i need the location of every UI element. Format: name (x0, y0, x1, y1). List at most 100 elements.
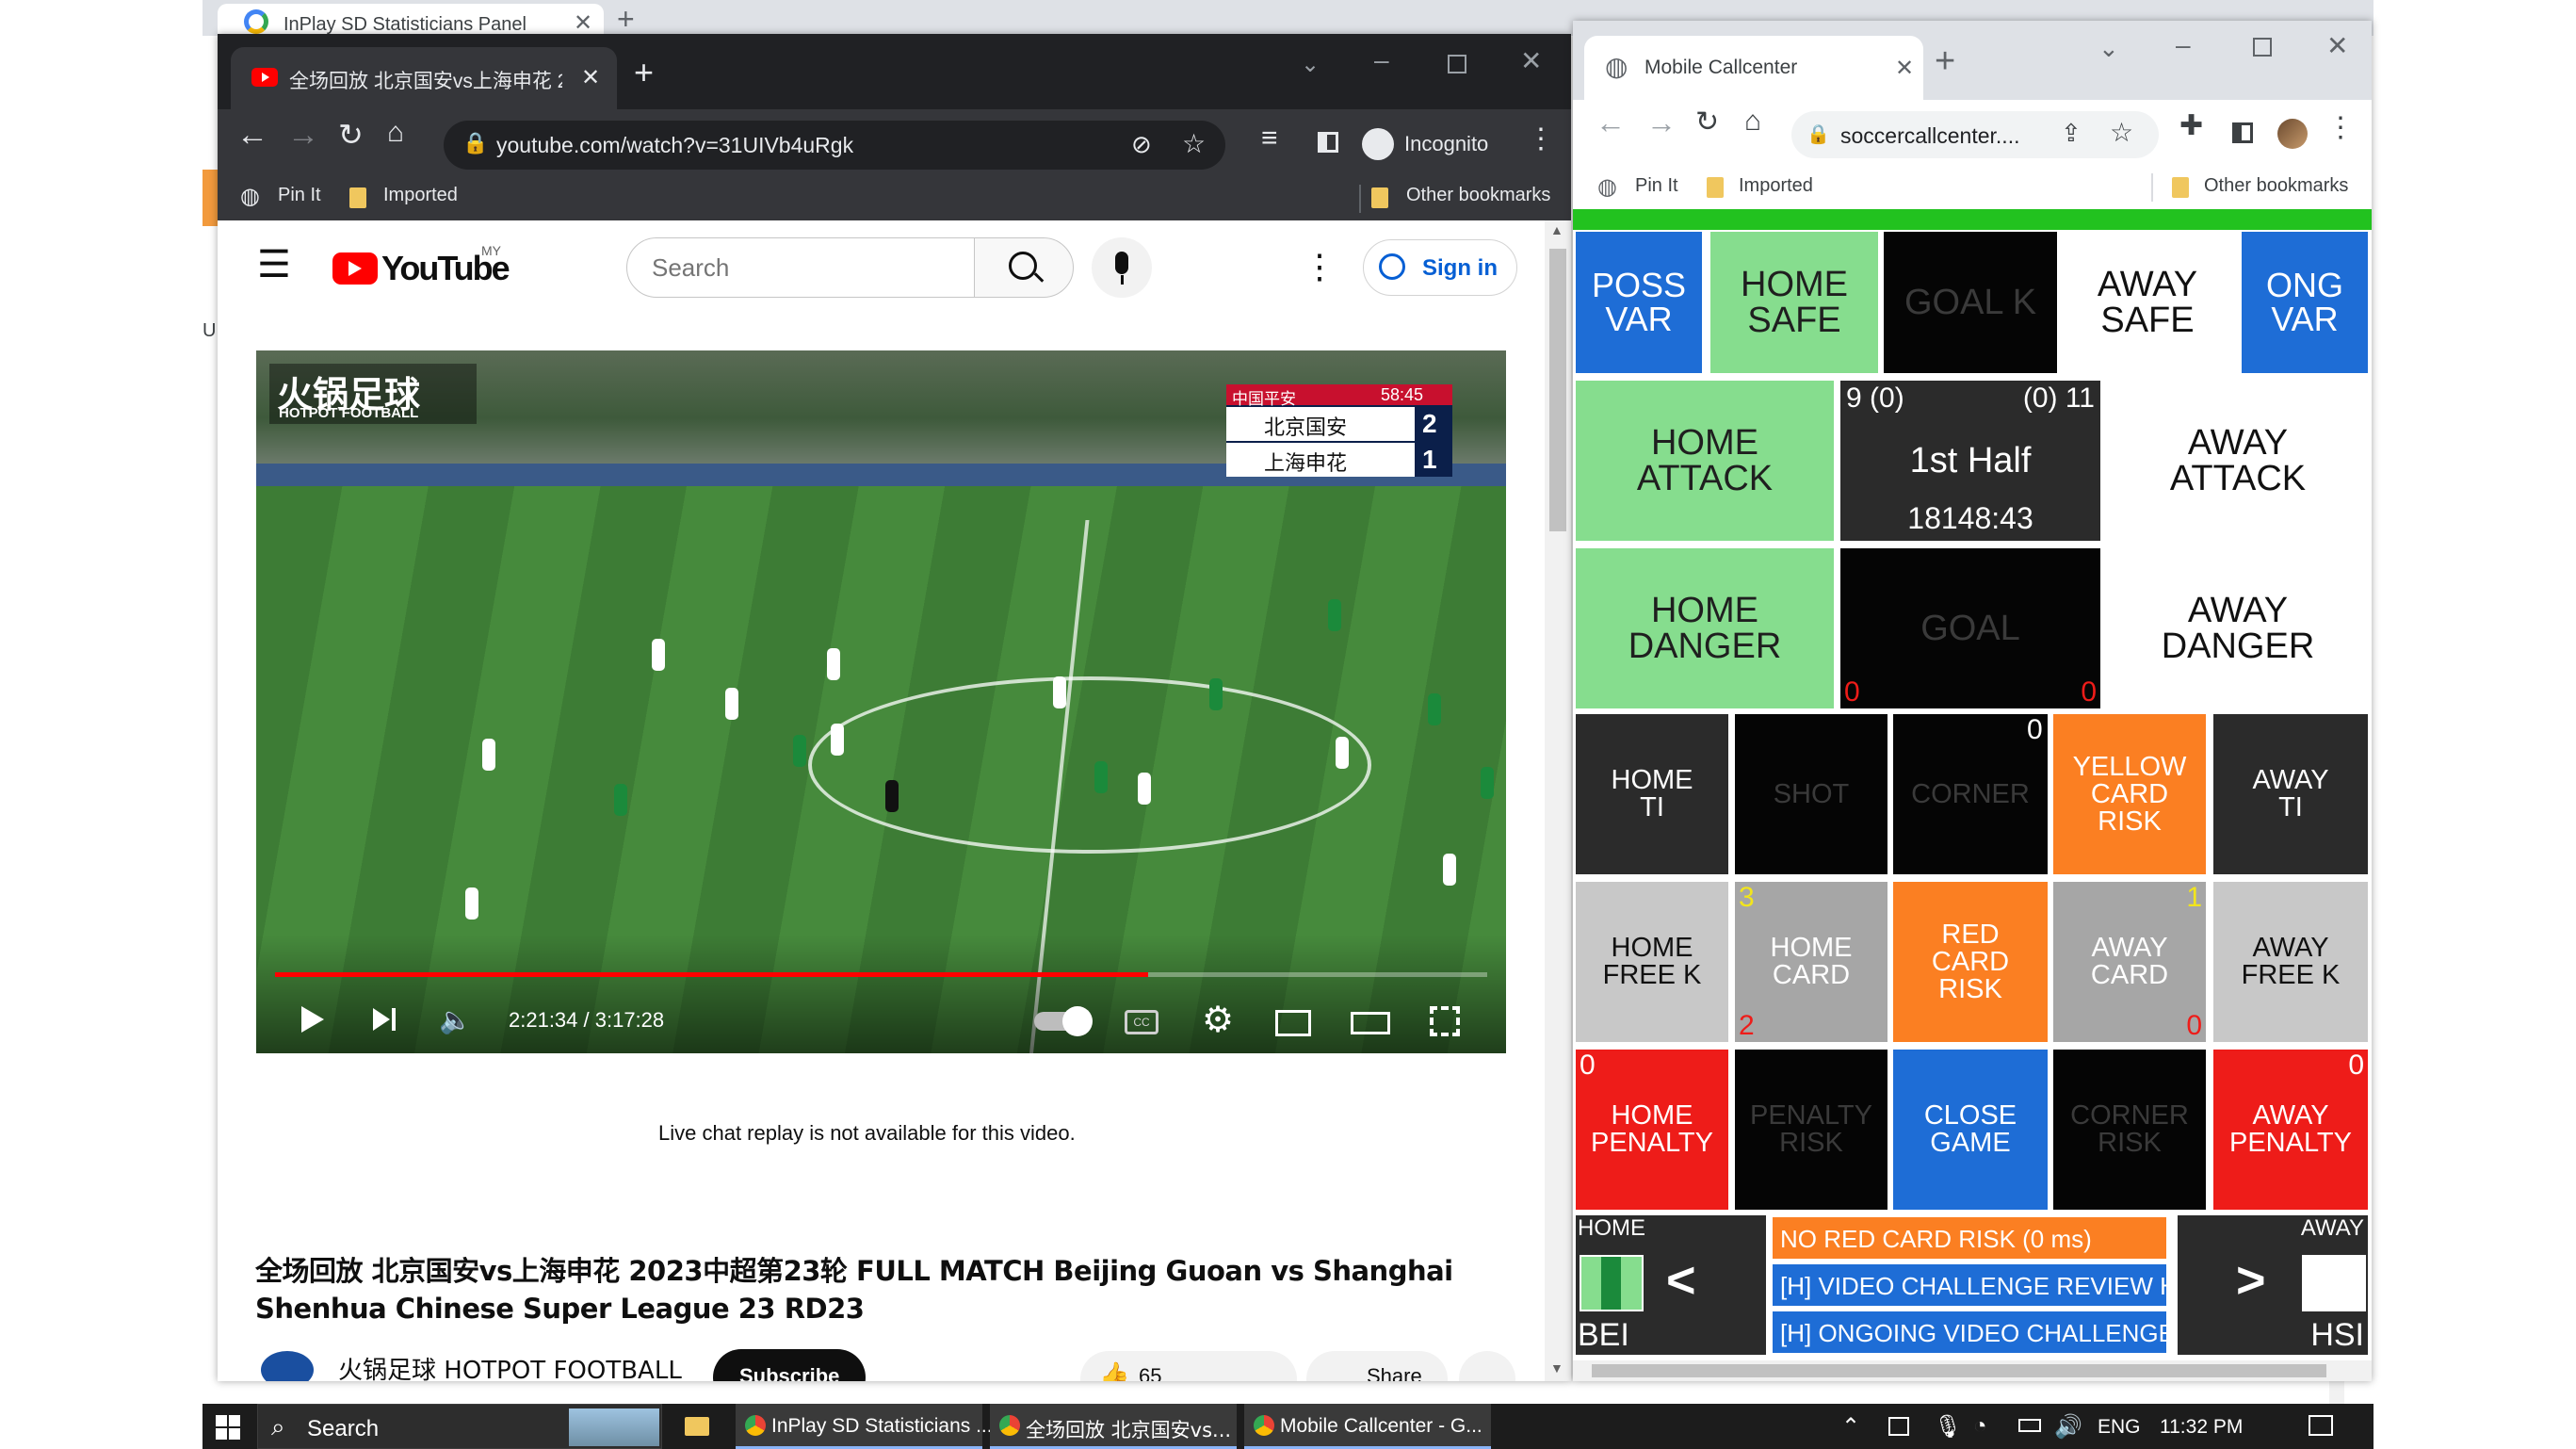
cc-icon[interactable]: CC (1125, 1010, 1158, 1034)
goal-button[interactable]: GOAL 0 0 (1840, 548, 2100, 708)
home-attack-button[interactable]: HOME ATTACK (1576, 381, 1834, 541)
bookmark-pin-it[interactable]: Pin It (1635, 175, 1678, 197)
profile-avatar[interactable] (2277, 119, 2308, 149)
taskbar-item[interactable]: Mobile Callcenter - G... (1244, 1404, 1491, 1449)
hamburger-menu-icon[interactable]: ☰ (257, 243, 291, 286)
yellow-card-risk-button[interactable]: YELLOW CARD RISK (2053, 714, 2206, 874)
other-bookmarks[interactable]: Other bookmarks (1406, 185, 1550, 206)
youtube-scrollbar[interactable]: ▲ ▼ (1545, 220, 1571, 1381)
reload-icon[interactable]: ↻ (1695, 106, 1719, 138)
home-danger-button[interactable]: HOME DANGER (1576, 548, 1834, 708)
tab-search-chevron-icon[interactable]: ⌄ (1301, 51, 1320, 78)
home-card-button[interactable]: HOME CARD 3 2 (1735, 882, 1887, 1042)
theater-mode-icon[interactable] (1351, 1012, 1390, 1034)
scroll-down-icon[interactable]: ▼ (1550, 1360, 1563, 1376)
ong-var-button[interactable]: ONG VAR (2242, 232, 2368, 373)
share-icon[interactable]: ⇪ (2061, 119, 2082, 148)
play-icon[interactable] (301, 1006, 324, 1033)
home-icon[interactable]: ⌂ (387, 117, 404, 149)
bookmark-imported[interactable]: Imported (1739, 175, 1813, 197)
video-player[interactable]: 火锅足球 HOTPOT FOOTBALL 中国平安 58:45 北京国安 2 上… (256, 350, 1506, 1053)
reading-list-icon[interactable]: ≡ (1261, 122, 1278, 155)
background-tab[interactable]: InPlay SD Statisticians Panel ✕ (218, 4, 604, 36)
other-bookmarks[interactable]: Other bookmarks (2204, 175, 2348, 197)
chevron-up-icon[interactable]: ⌃ (1841, 1413, 1860, 1441)
windows-start-icon[interactable] (216, 1415, 240, 1440)
search-input[interactable]: Search (626, 237, 975, 298)
address-bar[interactable]: 🔒 soccercallcenter.... ⇪ ☆ (1791, 111, 2159, 158)
message-row[interactable]: NO RED CARD RISK (0 ms) (1773, 1217, 2166, 1259)
youtube-tab[interactable]: 全场回放 北京国安vs上海申花 20 ✕ (231, 47, 617, 109)
microphone-icon[interactable]: 🎙 (1934, 1413, 1962, 1441)
search-button[interactable] (974, 237, 1074, 298)
home-safe-button[interactable]: HOME SAFE (1710, 232, 1878, 373)
clock[interactable]: 11:32 PM (2160, 1416, 2243, 1439)
close-icon[interactable]: ✕ (581, 64, 600, 91)
window-close-icon[interactable]: ✕ (1520, 45, 1542, 76)
close-icon[interactable]: ✕ (574, 9, 592, 37)
miniplayer-icon[interactable] (1275, 1010, 1311, 1036)
side-panel-icon[interactable] (1318, 132, 1338, 153)
progress-track[interactable] (275, 972, 1487, 977)
taskbar-item[interactable]: 全场回放 北京国安vs... (990, 1404, 1237, 1449)
new-tab-icon[interactable]: + (634, 53, 654, 92)
eye-off-icon[interactable]: ⊘ (1131, 130, 1152, 159)
extensions-icon[interactable]: ✚ (2179, 109, 2203, 142)
star-icon[interactable]: ☆ (2110, 117, 2133, 148)
home-penalty-button[interactable]: HOME PENALTY 0 (1576, 1050, 1728, 1210)
home-kit-swatch[interactable] (1580, 1255, 1644, 1311)
back-arrow-icon[interactable]: ← (1596, 106, 1626, 140)
close-icon[interactable]: ✕ (1895, 55, 1914, 82)
like-button[interactable]: 👍 65 (1080, 1351, 1297, 1381)
away-next-arrow[interactable]: > (2236, 1251, 2266, 1310)
away-kit-swatch[interactable] (2302, 1255, 2366, 1311)
home-free-kick-button[interactable]: HOME FREE K (1576, 882, 1728, 1042)
bookmark-pin-it[interactable]: Pin It (278, 185, 321, 206)
back-arrow-icon[interactable]: ← (236, 117, 268, 154)
youtube-scrollbar-thumb[interactable] (1549, 249, 1566, 531)
window-close-icon[interactable]: ✕ (2326, 30, 2348, 61)
subscribe-button[interactable]: Subscribe (713, 1349, 866, 1381)
corner-risk-button[interactable]: CORNER RISK (2053, 1050, 2206, 1210)
away-danger-button[interactable]: AWAY DANGER (2108, 548, 2368, 708)
forward-arrow-icon[interactable]: → (287, 117, 319, 154)
home-icon[interactable]: ⌂ (1744, 106, 1761, 138)
sign-in-button[interactable]: Sign in (1363, 239, 1517, 296)
scroll-up-icon[interactable]: ▲ (1550, 222, 1563, 237)
taskbar-search-box[interactable]: ⌕ Search (257, 1404, 662, 1449)
address-bar[interactable]: 🔒 youtube.com/watch?v=31UIVb4uRgk ⊘ ☆ (444, 121, 1225, 170)
taskbar-item[interactable]: InPlay SD Statisticians ... (736, 1404, 993, 1449)
bookmark-imported[interactable]: Imported (383, 185, 458, 206)
forward-arrow-icon[interactable]: → (1646, 106, 1677, 140)
penalty-risk-button[interactable]: PENALTY RISK (1735, 1050, 1887, 1210)
new-tab-icon[interactable]: + (617, 2, 635, 37)
channel-name[interactable]: 火锅足球 HOTPOT FOOTBALL (338, 1351, 682, 1381)
star-icon[interactable]: ☆ (1182, 128, 1206, 159)
callcenter-tab[interactable]: ◍ Mobile Callcenter ✕ (1584, 36, 1923, 100)
corner-button[interactable]: CORNER (1893, 714, 2048, 874)
maximize-icon[interactable] (2253, 38, 2272, 57)
reload-icon[interactable]: ↻ (338, 117, 364, 153)
message-row[interactable]: [H] ONGOING VIDEO CHALLENGE F (1773, 1311, 2166, 1353)
new-tab-icon[interactable]: + (1935, 41, 1955, 82)
red-card-risk-button[interactable]: RED CARD RISK (1893, 882, 2048, 1042)
more-actions-button[interactable] (1459, 1351, 1515, 1381)
notifications-icon[interactable] (2309, 1415, 2333, 1436)
voice-search-button[interactable] (1092, 237, 1152, 298)
fullscreen-icon[interactable] (1430, 1006, 1460, 1036)
file-explorer-icon[interactable] (685, 1417, 709, 1436)
language-indicator[interactable]: ENG (2098, 1416, 2141, 1439)
share-button[interactable]: Share (1306, 1351, 1448, 1381)
away-attack-button[interactable]: AWAY ATTACK (2108, 381, 2368, 541)
minimize-icon[interactable]: – (1374, 45, 1389, 75)
maximize-icon[interactable] (1448, 55, 1466, 73)
tray-app-icon[interactable] (1888, 1417, 1909, 1436)
menu-dots-icon[interactable]: ⋮ (1527, 122, 1555, 155)
tab-search-chevron-icon[interactable]: ⌄ (2098, 34, 2119, 63)
volume-icon[interactable]: 🔈 (439, 1004, 472, 1035)
home-prev-arrow[interactable]: < (1666, 1251, 1696, 1310)
channel-avatar[interactable] (261, 1351, 314, 1381)
next-icon[interactable] (373, 1008, 390, 1031)
goal-kick-button[interactable]: GOAL K (1884, 232, 2057, 373)
menu-dots-icon[interactable]: ⋮ (2326, 111, 2355, 144)
